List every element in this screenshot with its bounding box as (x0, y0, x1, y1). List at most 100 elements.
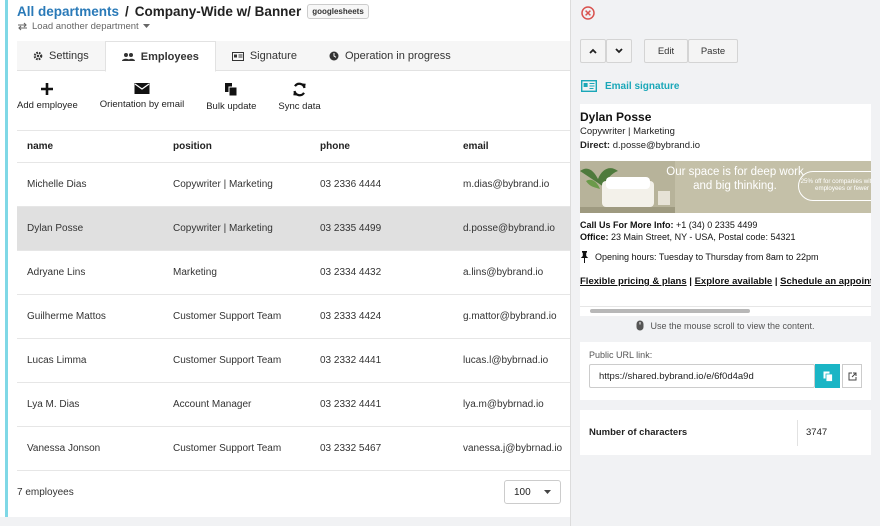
cell-name: Vanessa Jonson (27, 443, 101, 454)
cell-email: lucas.l@bybrnad.io (463, 355, 549, 366)
cell-phone: 03 2332 4441 (320, 399, 382, 410)
scroll-hint-text: Use the mouse scroll to view the content… (650, 320, 815, 331)
signature-direct: Direct: d.posse@bybrand.io (580, 140, 700, 151)
signature-direct-label: Direct: (580, 140, 611, 151)
column-header-name[interactable]: name (17, 141, 165, 152)
paste-button[interactable]: Paste (688, 39, 738, 63)
cell-phone: 03 2335 4499 (320, 223, 382, 234)
cell-email: m.dias@bybrand.io (463, 179, 550, 190)
signature-horizontal-scrollbar[interactable] (580, 306, 871, 314)
divider (797, 420, 798, 446)
cell-position: Copywriter | Marketing (173, 179, 273, 190)
cell-name: Guilherme Mattos (27, 311, 106, 322)
email-signature-heading: Email signature (581, 80, 679, 92)
envelope-icon (134, 83, 150, 94)
page-title: All departments / Company-Wide w/ Banner… (17, 4, 369, 19)
link-separator: | (689, 276, 692, 287)
character-count-value: 3747 (806, 427, 828, 438)
next-button[interactable] (606, 39, 632, 63)
table-row[interactable]: Lucas Limma Customer Support Team 03 233… (17, 339, 570, 383)
cell-phone: 03 2333 4424 (320, 311, 382, 322)
department-title: Company-Wide w/ Banner (134, 4, 302, 19)
column-header-phone[interactable]: phone (312, 141, 459, 152)
public-url-field[interactable]: https://shared.bybrand.io/e/6f0d4a9d (589, 364, 815, 388)
tab-bar: Settings Employees Signature Operation i… (17, 41, 570, 72)
caret-down-icon (142, 24, 150, 28)
signature-preview: Dylan Posse Copywriter | Marketing Direc… (580, 104, 871, 316)
cell-position: Account Manager (173, 399, 252, 410)
signature-info-label: Call Us For More Info: (580, 220, 674, 230)
cell-position: Marketing (173, 267, 217, 278)
public-url-label: Public URL link: (589, 350, 653, 360)
copy-icon (823, 371, 833, 382)
tab-operation-label: Operation in progress (344, 50, 451, 62)
load-department-link[interactable]: Load another department (17, 21, 369, 32)
signature-direct-email: d.posse@bybrand.io (612, 140, 701, 151)
copy-url-button[interactable] (815, 364, 840, 388)
signature-office-label: Office: (580, 232, 609, 242)
cell-position: Copywriter | Marketing (173, 223, 273, 234)
scrollbar-thumb[interactable] (590, 309, 750, 313)
close-button[interactable] (581, 6, 595, 23)
signature-office-line: Office: 23 Main Street, NY - USA, Postal… (580, 232, 795, 242)
signature-role: Copywriter | Marketing (580, 126, 675, 137)
employees-table: name position phone email Michelle Dias … (17, 130, 570, 471)
column-header-email[interactable]: email (459, 141, 570, 152)
table-header-row: name position phone email (17, 131, 570, 163)
bulk-update-label: Bulk update (206, 101, 257, 112)
link-schedule-appointment[interactable]: Schedule an appointment (780, 276, 871, 287)
link-flexible-pricing[interactable]: Flexible pricing & plans (580, 276, 687, 287)
tab-settings-label: Settings (49, 50, 89, 62)
column-header-position[interactable]: position (165, 141, 312, 152)
tab-employees[interactable]: Employees (104, 41, 216, 72)
cell-name: Lya M. Dias (27, 399, 80, 410)
signature-banner: Our space is for deep work and big think… (580, 161, 871, 213)
signature-panel: Edit Paste Email signature Dylan Posse C… (570, 0, 880, 526)
table-row[interactable]: Lya M. Dias Account Manager 03 2332 4441… (17, 383, 570, 427)
signature-links: Flexible pricing & plans | Explore avail… (580, 276, 871, 287)
plus-icon (41, 83, 54, 95)
page-size-value: 100 (514, 486, 531, 498)
chevron-down-icon (615, 48, 623, 54)
table-row[interactable]: Adryane Lins Marketing 03 2334 4432 a.li… (17, 251, 570, 295)
table-row[interactable]: Michelle Dias Copywriter | Marketing 03 … (17, 163, 570, 207)
banner-headline: Our space is for deep work and big think… (666, 166, 804, 192)
caret-down-icon (544, 489, 551, 494)
bulk-update-button[interactable]: Bulk update (206, 82, 256, 112)
clock-icon (329, 51, 339, 61)
edit-button[interactable]: Edit (644, 39, 688, 63)
previous-button[interactable] (580, 39, 606, 63)
gear-icon (33, 51, 43, 61)
cell-name: Lucas Limma (27, 355, 87, 366)
mouse-icon (636, 320, 644, 331)
cell-email: a.lins@bybrand.io (463, 267, 544, 278)
tab-operation-in-progress[interactable]: Operation in progress (313, 41, 467, 71)
close-icon (581, 6, 595, 20)
orientation-by-email-button[interactable]: Orientation by email (100, 82, 184, 112)
signature-hours-line: Opening hours: Tuesday to Thursday from … (580, 251, 818, 263)
tab-signature[interactable]: Signature (216, 41, 313, 71)
sync-data-button[interactable]: Sync data (278, 82, 321, 112)
tab-settings[interactable]: Settings (17, 41, 105, 71)
table-row[interactable]: Vanessa Jonson Customer Support Team 03 … (17, 427, 570, 471)
employee-toolbar: Add employee Orientation by email Bulk u… (17, 82, 343, 112)
cell-position: Customer Support Team (173, 311, 282, 322)
cell-phone: 03 2332 4441 (320, 355, 382, 366)
copy-files-icon (225, 83, 238, 97)
external-link-icon (848, 372, 856, 380)
employee-count: 7 employees (17, 487, 74, 498)
table-row[interactable]: Guilherme Mattos Customer Support Team 0… (17, 295, 570, 339)
employees-panel: All departments / Company-Wide w/ Banner… (0, 0, 570, 517)
open-url-button[interactable] (842, 364, 862, 388)
cell-email: vanessa.j@bybrnad.io (463, 443, 563, 454)
signature-office-value: 23 Main Street, NY - USA, Postal code: 5… (611, 232, 796, 242)
breadcrumb-all-departments[interactable]: All departments (17, 4, 119, 19)
table-row-selected[interactable]: Dylan Posse Copywriter | Marketing 03 23… (17, 207, 570, 251)
link-explore-available[interactable]: Explore available (695, 276, 773, 287)
signature-phone-line: Call Us For More Info: +1 (34) 0 2335 44… (580, 220, 757, 230)
public-url-section: Public URL link: https://shared.bybrand.… (580, 342, 871, 400)
link-separator: | (774, 276, 778, 287)
page-size-select[interactable]: 100 (504, 480, 561, 504)
add-employee-button[interactable]: Add employee (17, 82, 78, 112)
banner-sofa-image (580, 161, 675, 213)
